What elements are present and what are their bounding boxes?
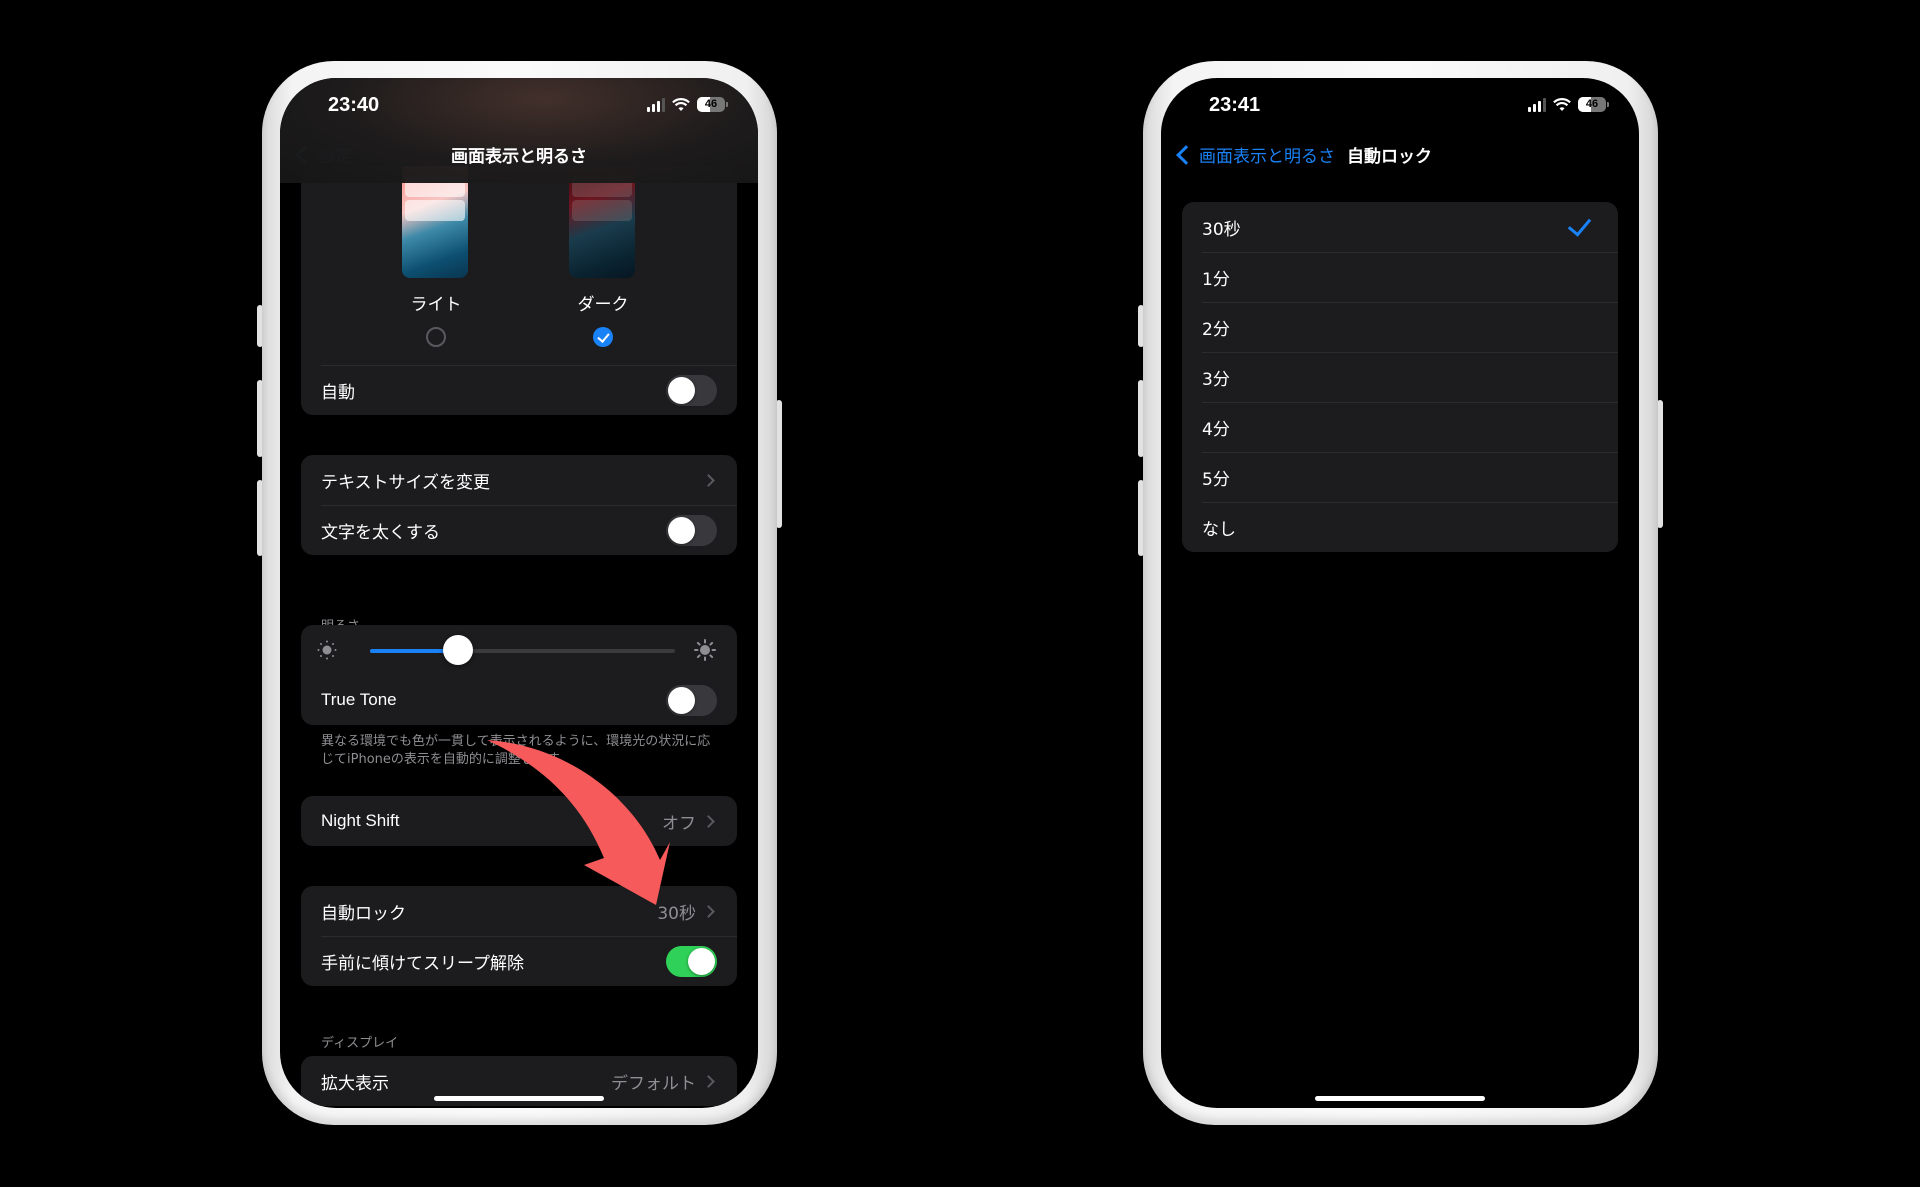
auto-lock-row[interactable]: 自動ロック 30秒 (301, 886, 737, 936)
chevron-right-icon (702, 473, 715, 487)
auto-lock-option-label: 1分 (1202, 269, 1230, 290)
auto-lock-option[interactable]: 2分 (1182, 302, 1618, 352)
bold-text-row: 文字を太くする (301, 505, 737, 555)
night-shift-value: オフ (662, 813, 696, 834)
battery-percentage: 46 (1585, 98, 1599, 110)
auto-lock-option[interactable]: 1分 (1182, 252, 1618, 302)
night-shift-group: Night Shift オフ (301, 796, 737, 846)
right-phone: 23:41 46 画面表示と明るさ 自動ロック 30秒 1分 2分 3分 4分 … (1138, 61, 1663, 1125)
text-group: テキストサイズを変更 文字を太くする (301, 455, 737, 555)
true-tone-row: True Tone (301, 675, 737, 725)
sun-bright-icon (694, 639, 716, 661)
auto-lock-option[interactable]: 30秒 (1182, 202, 1618, 252)
cellular-signal-icon (647, 97, 665, 112)
battery-icon: 46 (1578, 97, 1606, 112)
wifi-icon (1553, 97, 1571, 111)
battery-icon: 46 (697, 97, 725, 112)
chevron-right-icon (702, 1074, 715, 1088)
raise-to-wake-label: 手前に傾けてスリープ解除 (321, 953, 524, 974)
auto-lock-option[interactable]: 4分 (1182, 402, 1618, 452)
wifi-icon (672, 97, 690, 111)
chevron-right-icon (702, 814, 715, 828)
automatic-appearance-row: 自動 (301, 365, 737, 415)
raise-to-wake-toggle[interactable] (666, 945, 717, 977)
auto-lock-label: 自動ロック (321, 903, 406, 924)
text-size-row[interactable]: テキストサイズを変更 (301, 455, 737, 505)
page-title: 自動ロック (1347, 147, 1432, 167)
true-tone-toggle[interactable] (666, 684, 717, 716)
auto-lock-option-label: 5分 (1202, 469, 1230, 490)
text-size-label: テキストサイズを変更 (321, 472, 490, 493)
left-phone: ライト ダーク 自動 テキストサイズを変更 文字を太くする True Tone … (257, 61, 782, 1125)
auto-lock-option-label: 4分 (1202, 419, 1230, 440)
home-indicator[interactable] (434, 1096, 604, 1101)
back-button[interactable]: 画面表示と明るさ (1173, 142, 1335, 167)
lock-group: 自動ロック 30秒 手前に傾けてスリープ解除 (301, 886, 737, 986)
brightness-slider-thumb[interactable] (443, 635, 474, 665)
cellular-signal-icon (1528, 97, 1546, 112)
raise-to-wake-row: 手前に傾けてスリープ解除 (301, 936, 737, 986)
chevron-left-icon (1176, 144, 1196, 165)
status-bar: 23:40 46 (280, 78, 758, 132)
appearance-option-dark[interactable]: ダーク (569, 166, 637, 347)
chevron-right-icon (702, 904, 715, 918)
auto-lock-option[interactable]: なし (1182, 502, 1618, 552)
battery-nub (726, 102, 728, 107)
display-brightness-screen: ライト ダーク 自動 テキストサイズを変更 文字を太くする True Tone … (280, 78, 758, 1108)
true-tone-footer: 異なる環境でも色が一貫して表示されるように、環境光の状況に応じてiPhoneの表… (321, 734, 711, 767)
battery-nub (1607, 102, 1609, 107)
status-time: 23:41 (1209, 94, 1261, 116)
brightness-slider-track[interactable] (370, 649, 675, 653)
bold-text-label: 文字を太くする (321, 522, 440, 543)
night-shift-row[interactable]: Night Shift オフ (301, 796, 737, 846)
dark-radio[interactable] (593, 327, 613, 347)
auto-lock-option[interactable]: 3分 (1182, 352, 1618, 402)
auto-lock-option[interactable]: 5分 (1182, 452, 1618, 502)
automatic-toggle[interactable] (666, 374, 717, 406)
auto-lock-option-label: 30秒 (1202, 219, 1241, 240)
battery-percentage: 46 (704, 98, 718, 110)
light-radio[interactable] (426, 327, 446, 347)
auto-lock-option-label: なし (1202, 519, 1236, 540)
true-tone-label: True Tone (321, 690, 397, 709)
back-button-label: 画面表示と明るさ (1199, 147, 1335, 167)
status-bar: 23:41 46 (1161, 78, 1639, 132)
night-shift-label: Night Shift (321, 811, 400, 830)
status-time: 23:40 (328, 94, 380, 116)
home-indicator[interactable] (1315, 1096, 1485, 1101)
appearance-option-label: ライト (410, 295, 462, 315)
auto-lock-options-list: 30秒 1分 2分 3分 4分 5分なし (1182, 202, 1618, 552)
page-title: 画面表示と明るさ (451, 147, 587, 167)
display-zoom-label: 拡大表示 (321, 1073, 389, 1094)
display-zoom-value: デフォルト (611, 1073, 696, 1094)
brightness-group: True Tone (301, 625, 737, 725)
automatic-label: 自動 (321, 382, 355, 403)
appearance-option-light[interactable]: ライト (402, 166, 470, 347)
auto-lock-option-label: 2分 (1202, 319, 1230, 340)
auto-lock-screen: 23:41 46 画面表示と明るさ 自動ロック 30秒 1分 2分 3分 4分 … (1161, 78, 1639, 1108)
sun-dim-icon (317, 640, 337, 660)
appearance-group: ライト ダーク 自動 (301, 166, 737, 415)
brightness-slider-row (301, 625, 737, 675)
bold-text-toggle[interactable] (666, 514, 717, 546)
auto-lock-value: 30秒 (657, 903, 696, 924)
appearance-option-label: ダーク (577, 295, 629, 315)
display-header: ディスプレイ (321, 1036, 399, 1051)
auto-lock-option-label: 3分 (1202, 369, 1230, 390)
